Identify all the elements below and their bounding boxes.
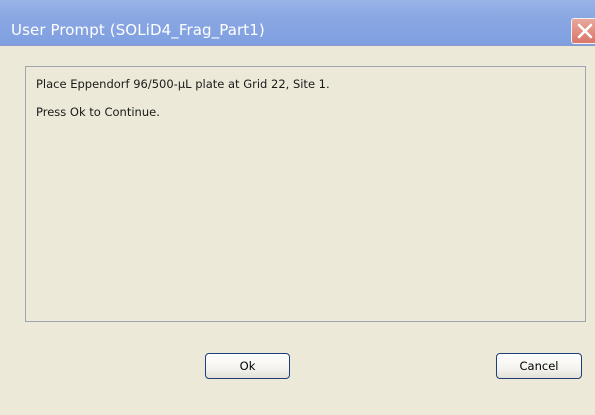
ok-button[interactable]: Ok — [205, 353, 290, 379]
prompt-message: Place Eppendorf 96/500-µL plate at Grid … — [36, 77, 330, 91]
cancel-button[interactable]: Cancel — [496, 353, 582, 379]
message-panel: Place Eppendorf 96/500-µL plate at Grid … — [25, 66, 586, 322]
continue-instruction: Press Ok to Continue. — [36, 105, 160, 119]
title-bar[interactable]: User Prompt (SOLiD4_Frag_Part1) — [0, 0, 595, 46]
user-prompt-dialog: User Prompt (SOLiD4_Frag_Part1) Place Ep… — [0, 0, 595, 415]
window-title: User Prompt (SOLiD4_Frag_Part1) — [11, 21, 265, 39]
close-button[interactable] — [571, 18, 595, 44]
close-icon — [577, 23, 593, 39]
